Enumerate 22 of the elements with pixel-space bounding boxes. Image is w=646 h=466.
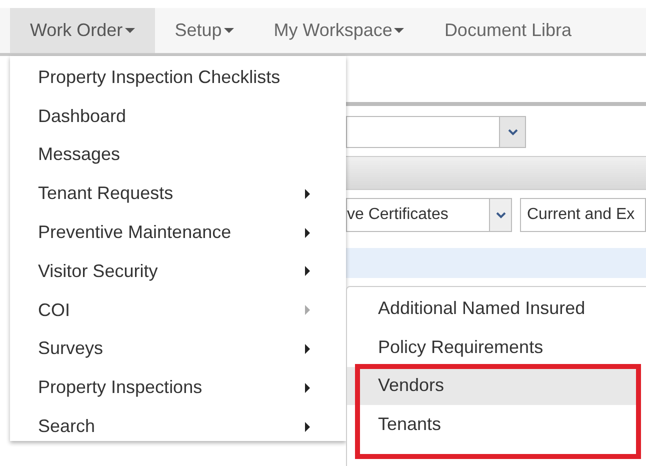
menu-item[interactable]: Visitor Security (10, 252, 346, 291)
menu-item[interactable]: Surveys (10, 330, 346, 368)
menu-item[interactable]: COI (10, 290, 346, 330)
chevron-down-icon (508, 128, 518, 136)
menu-item[interactable]: Search (10, 407, 346, 446)
menu-item[interactable]: Messages (10, 136, 346, 174)
status-filter[interactable]: Current and Ex (520, 198, 646, 232)
select-field[interactable] (346, 116, 526, 148)
menu-item[interactable]: Dashboard (10, 96, 346, 136)
nav-tab[interactable]: My Workspace (254, 8, 424, 53)
submenu-item[interactable]: Additional Named Insured (347, 289, 640, 328)
submenu-item[interactable]: Tenants (347, 405, 640, 444)
menu-item[interactable]: Tenant Requests (10, 174, 346, 214)
chevron-down-icon (496, 212, 506, 218)
menu-item[interactable]: Property Inspection Checklists (10, 58, 346, 97)
nav-tab[interactable]: Setup (154, 8, 254, 53)
nav-tab[interactable]: Document Libra (424, 8, 592, 53)
certificate-filter[interactable]: ve Certificates (346, 198, 512, 232)
menu-item[interactable]: Preventive Maintenance (10, 213, 346, 252)
nav-tab[interactable]: Work Order (10, 8, 155, 53)
menu-item[interactable]: Property Inspections (10, 368, 346, 408)
submenu-item[interactable]: Policy Requirements (347, 328, 640, 367)
